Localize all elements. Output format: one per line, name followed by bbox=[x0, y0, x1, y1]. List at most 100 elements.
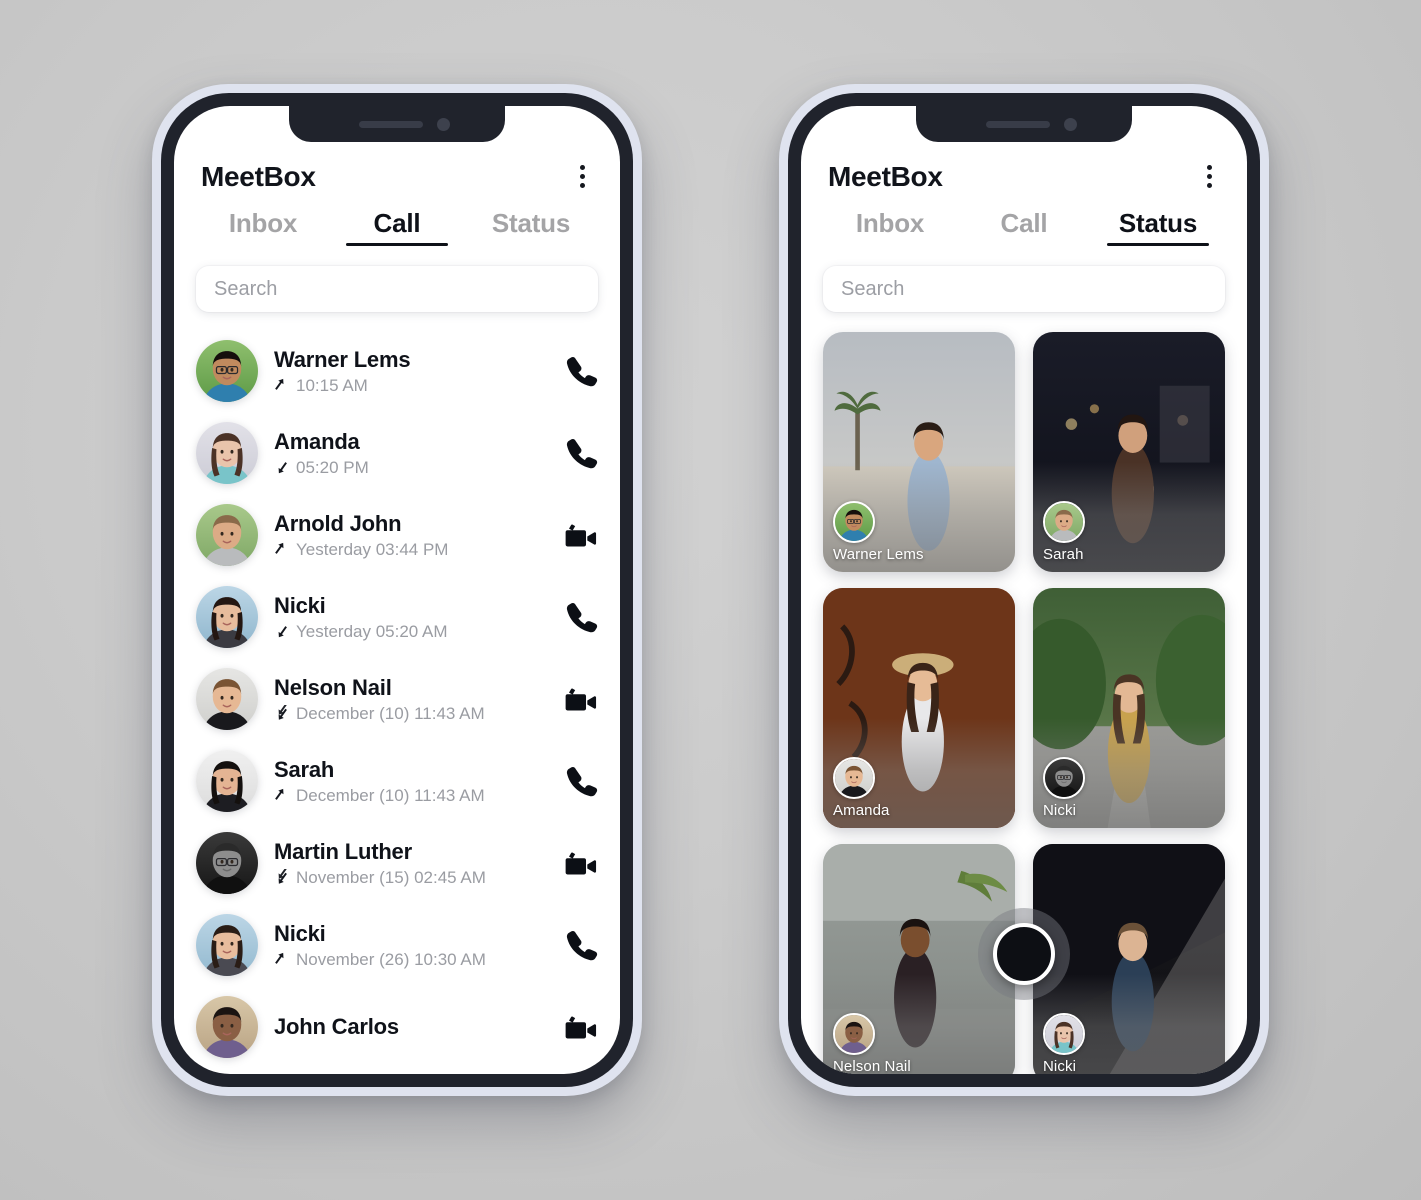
avatar[interactable] bbox=[196, 586, 258, 648]
voice-call-icon[interactable] bbox=[564, 436, 598, 470]
contact-name: Martin Luther bbox=[274, 839, 412, 865]
tab-inbox[interactable]: Inbox bbox=[196, 208, 330, 246]
contact-name: Arnold John bbox=[274, 511, 402, 537]
kebab-menu-icon[interactable] bbox=[572, 159, 593, 194]
call-details: Nelson Nail December (10) 11:43 AM bbox=[274, 674, 548, 724]
status-author-name: Nicki bbox=[1043, 802, 1076, 819]
status-card[interactable]: Sarah bbox=[1033, 332, 1225, 572]
call-timestamp: November (26) 10:30 AM bbox=[296, 949, 486, 969]
status-author-name: Nelson Nail bbox=[833, 1058, 911, 1074]
call-subtitle: 05:20 PM bbox=[274, 458, 548, 478]
status-card[interactable]: Warner Lems bbox=[823, 332, 1015, 572]
status-author-avatar[interactable] bbox=[833, 757, 875, 799]
call-timestamp: 10:15 AM bbox=[296, 375, 368, 395]
call-log-row[interactable]: Arnold John Yesterday 03:44 PM bbox=[196, 494, 598, 576]
avatar[interactable] bbox=[196, 750, 258, 812]
search-input[interactable]: Search bbox=[196, 266, 598, 312]
call-log-row[interactable]: Amanda 05:20 PM bbox=[196, 412, 598, 494]
app-title: MeetBox bbox=[201, 160, 316, 192]
tab-status[interactable]: Status bbox=[1091, 208, 1225, 246]
call-log-list: Warner Lems 10:15 AM Amanda 05:20 PM Arn… bbox=[174, 330, 620, 1068]
status-footer: Amanda bbox=[833, 757, 1005, 819]
camera-capture-button[interactable] bbox=[993, 923, 1055, 985]
call-log-row[interactable]: Nicki November (26) 10:30 AM bbox=[196, 904, 598, 986]
call-direction-incoming-icon bbox=[274, 623, 289, 640]
status-author-avatar[interactable] bbox=[1043, 757, 1085, 799]
video-call-icon[interactable] bbox=[564, 1010, 598, 1044]
status-author-avatar[interactable] bbox=[833, 1013, 875, 1055]
status-author-avatar[interactable] bbox=[1043, 501, 1085, 543]
call-log-row[interactable]: Nicki Yesterday 05:20 AM bbox=[196, 576, 598, 658]
tab-call[interactable]: Call bbox=[957, 208, 1091, 246]
phone-notch bbox=[916, 106, 1132, 142]
search-placeholder: Search bbox=[214, 277, 278, 300]
voice-call-icon[interactable] bbox=[564, 600, 598, 634]
status-footer: Sarah bbox=[1043, 501, 1215, 563]
status-author-avatar[interactable] bbox=[1043, 1013, 1085, 1055]
call-direction-incoming-icon bbox=[274, 459, 289, 476]
tab-call[interactable]: Call bbox=[330, 208, 464, 246]
call-direction-outgoing-icon bbox=[274, 787, 289, 804]
contact-name: Nelson Nail bbox=[274, 675, 392, 701]
status-author-name: Amanda bbox=[833, 802, 890, 819]
avatar[interactable] bbox=[196, 668, 258, 730]
status-footer: Nelson Nail bbox=[833, 1013, 1005, 1074]
call-subtitle: Yesterday 03:44 PM bbox=[274, 540, 548, 560]
call-log-row[interactable]: Warner Lems 10:15 AM bbox=[196, 330, 598, 412]
front-camera-icon bbox=[1063, 117, 1077, 131]
call-direction-missed-icon bbox=[274, 705, 289, 722]
video-call-icon[interactable] bbox=[564, 682, 598, 716]
call-subtitle: December (10) 11:43 AM bbox=[274, 786, 548, 806]
contact-name: Sarah bbox=[274, 757, 335, 783]
tab-inbox[interactable]: Inbox bbox=[823, 208, 957, 246]
call-subtitle: December (10) 11:43 AM bbox=[274, 704, 548, 724]
search-container: Search bbox=[174, 246, 620, 312]
search-input[interactable]: Search bbox=[823, 266, 1225, 312]
status-card[interactable]: Amanda bbox=[823, 588, 1015, 828]
status-footer: Nicki bbox=[1043, 1013, 1215, 1074]
earpiece-speaker-icon bbox=[358, 120, 423, 128]
voice-call-icon[interactable] bbox=[564, 354, 598, 388]
front-camera-icon bbox=[436, 117, 450, 131]
avatar[interactable] bbox=[196, 422, 258, 484]
call-timestamp: Yesterday 03:44 PM bbox=[296, 539, 449, 559]
video-call-icon[interactable] bbox=[564, 518, 598, 552]
voice-call-icon[interactable] bbox=[564, 928, 598, 962]
phone-device-status: MeetBox Inbox Call Status Search Warner … bbox=[779, 84, 1269, 1096]
status-author-name: Warner Lems bbox=[833, 546, 924, 563]
kebab-menu-icon[interactable] bbox=[1199, 159, 1220, 194]
call-direction-outgoing-icon bbox=[274, 951, 289, 968]
avatar[interactable] bbox=[196, 832, 258, 894]
call-details: Martin Luther November (15) 02:45 AM bbox=[274, 838, 548, 888]
contact-name: Amanda bbox=[274, 429, 360, 455]
call-timestamp: December (10) 11:43 AM bbox=[296, 703, 485, 723]
call-log-row[interactable]: Martin Luther November (15) 02:45 AM bbox=[196, 822, 598, 904]
phone-notch bbox=[289, 106, 505, 142]
avatar[interactable] bbox=[196, 996, 258, 1058]
phone-screen-call: MeetBox Inbox Call Status Search Warner … bbox=[174, 106, 620, 1074]
search-placeholder: Search bbox=[841, 277, 905, 300]
camera-capture-halo bbox=[978, 908, 1070, 1000]
call-direction-outgoing-icon bbox=[274, 541, 289, 558]
call-subtitle: November (15) 02:45 AM bbox=[274, 868, 548, 888]
earpiece-speaker-icon bbox=[985, 120, 1050, 128]
search-container: Search bbox=[801, 246, 1247, 312]
call-direction-missed-icon bbox=[274, 869, 289, 886]
status-author-avatar[interactable] bbox=[833, 501, 875, 543]
call-details: Nicki Yesterday 05:20 AM bbox=[274, 592, 548, 642]
voice-call-icon[interactable] bbox=[564, 764, 598, 798]
avatar[interactable] bbox=[196, 914, 258, 976]
call-subtitle: 10:15 AM bbox=[274, 376, 548, 396]
status-footer: Warner Lems bbox=[833, 501, 1005, 563]
status-card[interactable]: Nicki bbox=[1033, 588, 1225, 828]
call-timestamp: 05:20 PM bbox=[296, 457, 369, 477]
video-call-icon[interactable] bbox=[564, 846, 598, 880]
call-log-row[interactable]: Nelson Nail December (10) 11:43 AM bbox=[196, 658, 598, 740]
call-log-row[interactable]: Sarah December (10) 11:43 AM bbox=[196, 740, 598, 822]
call-details: John Carlos bbox=[274, 1013, 548, 1041]
avatar[interactable] bbox=[196, 340, 258, 402]
call-log-row[interactable]: John Carlos bbox=[196, 986, 598, 1068]
tab-status[interactable]: Status bbox=[464, 208, 598, 246]
avatar[interactable] bbox=[196, 504, 258, 566]
call-timestamp: December (10) 11:43 AM bbox=[296, 785, 485, 805]
